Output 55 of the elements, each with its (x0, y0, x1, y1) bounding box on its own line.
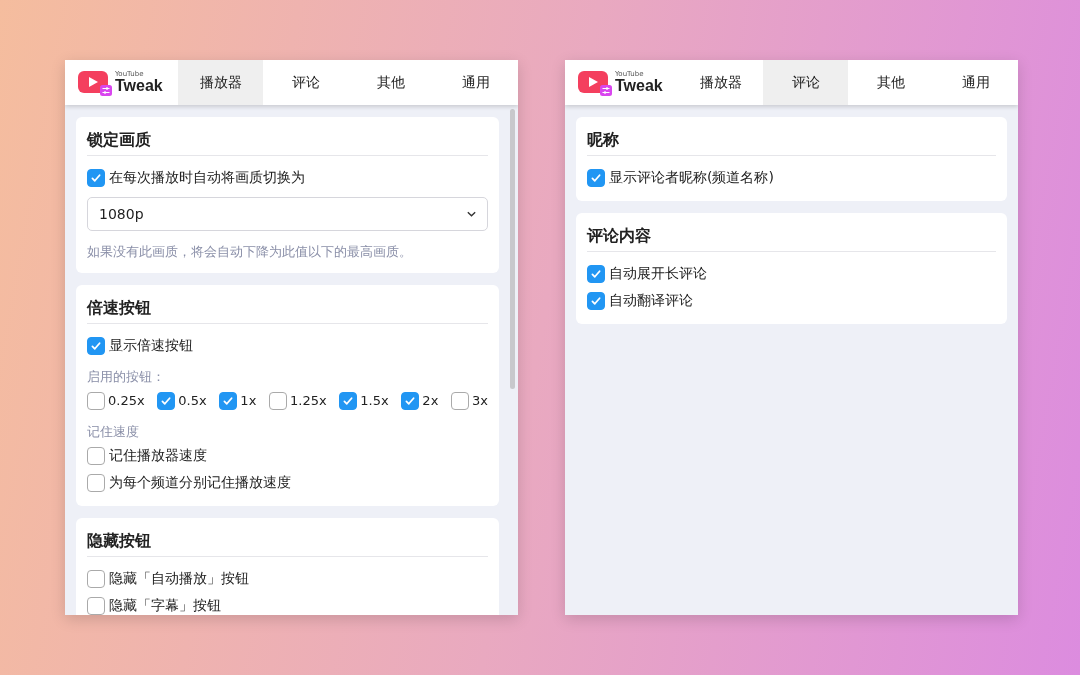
checkbox[interactable] (587, 291, 605, 310)
tab[interactable]: 播放器 (178, 60, 263, 105)
checkbox[interactable] (339, 391, 358, 410)
checkbox[interactable] (87, 569, 105, 588)
logo-title: Tweak (615, 78, 663, 94)
play-logo-icon (77, 68, 113, 97)
checkbox-label[interactable]: 1.5x (360, 393, 389, 408)
checkbox-label[interactable]: 在每次播放时自动将画质切换为 (109, 168, 305, 187)
checkbox[interactable] (587, 264, 605, 283)
checkbox-label[interactable]: 0.25x (108, 393, 145, 408)
quality-dropdown[interactable]: 1080p (87, 197, 488, 231)
checkbox-label[interactable]: 隐藏「自动播放」按钮 (109, 569, 249, 588)
checkbox-label[interactable]: 显示评论者昵称(频道名称) (609, 168, 774, 187)
group-label: 启用的按钮： (87, 368, 166, 386)
checkbox-label[interactable]: 自动展开长评论 (609, 264, 707, 283)
play-logo-icon (577, 68, 613, 97)
checkbox[interactable] (401, 391, 420, 410)
section-title: 隐藏按钮 (87, 530, 152, 552)
checkbox[interactable] (87, 168, 105, 187)
logo-title: Tweak (115, 78, 163, 94)
tab[interactable]: 评论 (263, 60, 348, 105)
checkbox-label[interactable]: 显示倍速按钮 (109, 336, 193, 355)
checkbox-label[interactable]: 1.25x (290, 393, 327, 408)
checkbox[interactable] (587, 168, 605, 187)
checkbox-label[interactable]: 1x (240, 393, 257, 408)
tab[interactable]: 评论 (763, 60, 848, 105)
group-label: 记住速度 (87, 423, 140, 441)
checkbox[interactable] (87, 336, 105, 355)
checkbox-label[interactable]: 3x (472, 393, 488, 408)
scrollbar-thumb[interactable] (510, 109, 515, 389)
checkbox[interactable] (157, 391, 176, 410)
checkbox-label[interactable]: 为每个频道分别记住播放速度 (109, 473, 291, 492)
tab[interactable]: 通用 (933, 60, 1018, 105)
section-title: 昵称 (587, 129, 620, 151)
tab[interactable]: 其他 (348, 60, 433, 105)
checkbox-label[interactable]: 0.5x (178, 393, 207, 408)
checkbox-label[interactable]: 2x (422, 393, 439, 408)
checkbox[interactable] (219, 391, 238, 410)
checkbox[interactable] (87, 473, 105, 492)
tab[interactable]: 其他 (848, 60, 933, 105)
tab[interactable]: 通用 (433, 60, 518, 105)
section-title: 倍速按钮 (87, 297, 152, 319)
checkbox[interactable] (87, 391, 105, 410)
checkbox[interactable] (87, 446, 105, 465)
section-title: 锁定画质 (87, 129, 152, 151)
checkbox[interactable] (87, 596, 105, 615)
checkbox-label[interactable]: 隐藏「字幕」按钮 (109, 596, 221, 615)
checkbox[interactable] (451, 391, 469, 410)
tab[interactable]: 播放器 (678, 60, 763, 105)
section-title: 评论内容 (587, 225, 652, 247)
chevron-down-icon (466, 210, 477, 218)
checkbox[interactable] (269, 391, 287, 410)
hint-text: 如果没有此画质，将会自动下降为此值以下的最高画质。 (87, 243, 413, 261)
checkbox-label[interactable]: 记住播放器速度 (109, 446, 207, 465)
checkbox-label[interactable]: 自动翻译评论 (609, 291, 693, 310)
